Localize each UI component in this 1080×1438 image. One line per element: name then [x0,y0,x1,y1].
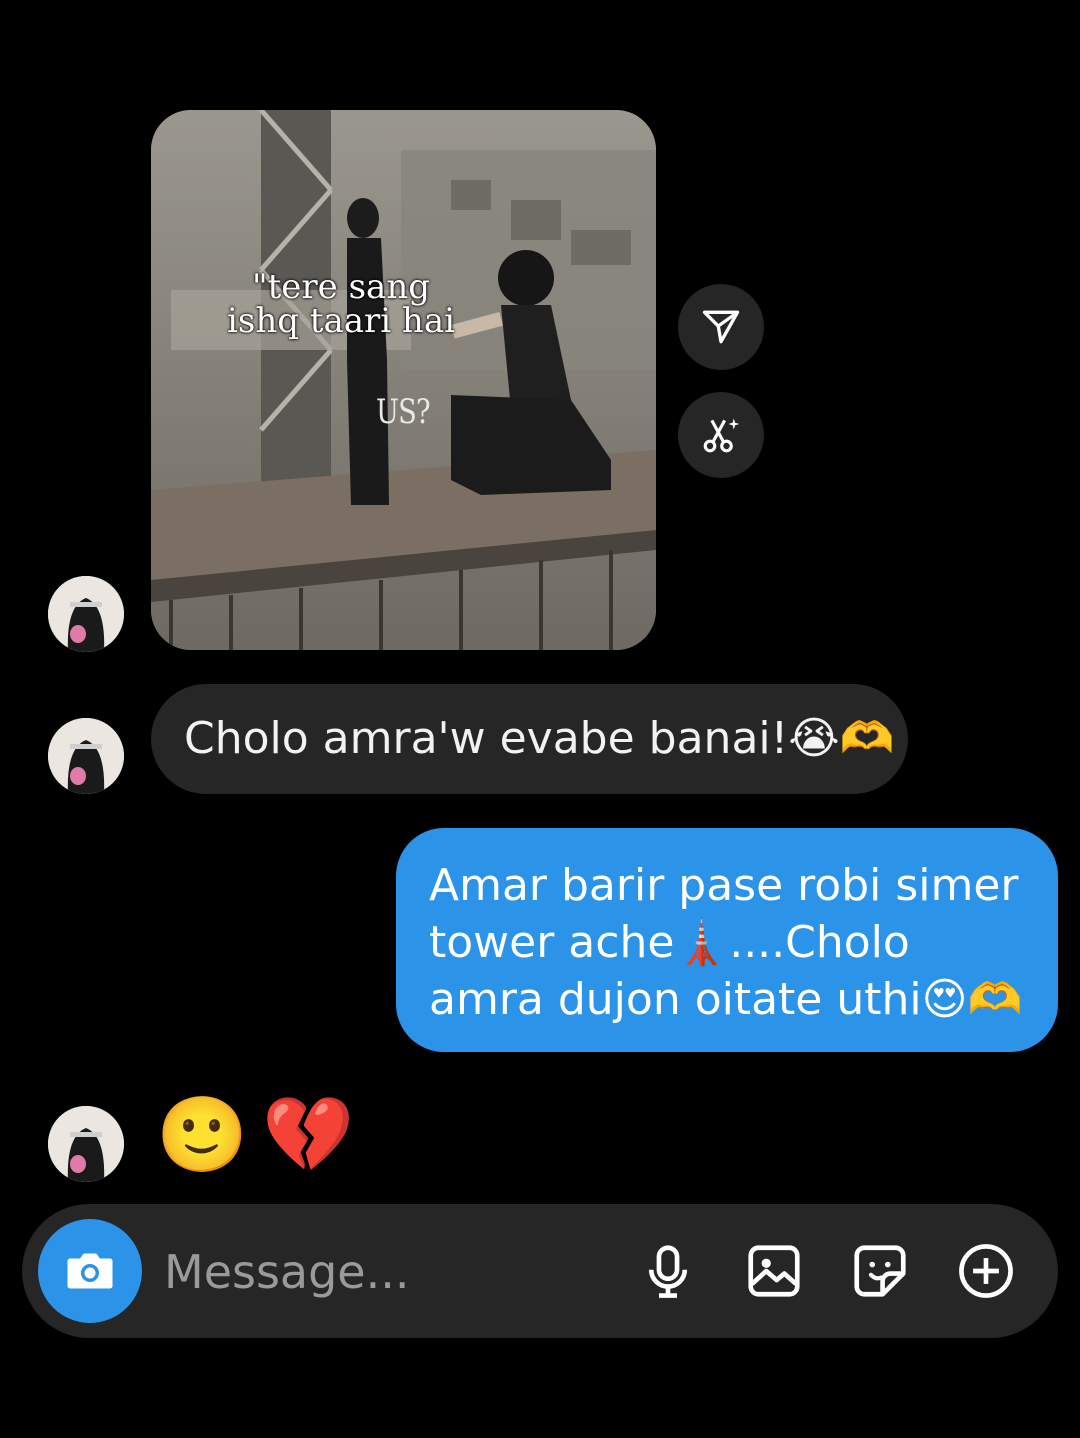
scissors-sparkle-icon [703,418,740,453]
gallery-icon [748,1245,800,1297]
camera-button[interactable] [38,1219,142,1323]
microphone-icon [648,1245,688,1298]
add-icon [959,1244,1013,1298]
camera-icon [67,1253,113,1289]
add-button[interactable] [954,1239,1018,1303]
avatar-image [48,1106,124,1182]
incoming-message-text: Cholo amra'w evabe banai!😭🫶 [184,713,895,764]
gallery-button[interactable] [742,1239,806,1303]
avatar-image [48,718,124,794]
sticker-button[interactable] [848,1239,912,1303]
media-inline-label: US? [376,392,431,432]
share-button[interactable] [678,284,764,370]
outgoing-message-bubble[interactable]: Amar barir pase robi simer tower ache🗼..… [396,828,1058,1052]
sender-avatar[interactable] [48,576,124,652]
media-caption: "tere sang ishq taari hai [227,267,455,341]
avatar-image [48,576,124,652]
media-image [151,110,656,650]
voice-button[interactable] [636,1239,700,1303]
message-input[interactable] [162,1239,606,1305]
clip-button[interactable] [678,392,764,478]
slight-smile-emoji: 🙂 [156,1092,249,1178]
sender-avatar[interactable] [48,718,124,794]
send-icon [702,310,740,344]
message-composer [22,1204,1058,1338]
incoming-message-bubble[interactable]: Cholo amra'w evabe banai!😭🫶 [151,684,908,794]
chat-screen: "tere sang ishq taari hai US? Cholo amra… [0,0,1080,1438]
outgoing-message-text: Amar barir pase robi simer tower ache🗼..… [429,860,1023,1025]
sticker-icon [854,1245,906,1297]
emoji-message[interactable]: 🙂 💔 [156,1090,354,1180]
shared-media-post[interactable]: "tere sang ishq taari hai US? [151,110,656,650]
sender-avatar[interactable] [48,1106,124,1182]
broken-heart-emoji: 💔 [262,1092,355,1178]
